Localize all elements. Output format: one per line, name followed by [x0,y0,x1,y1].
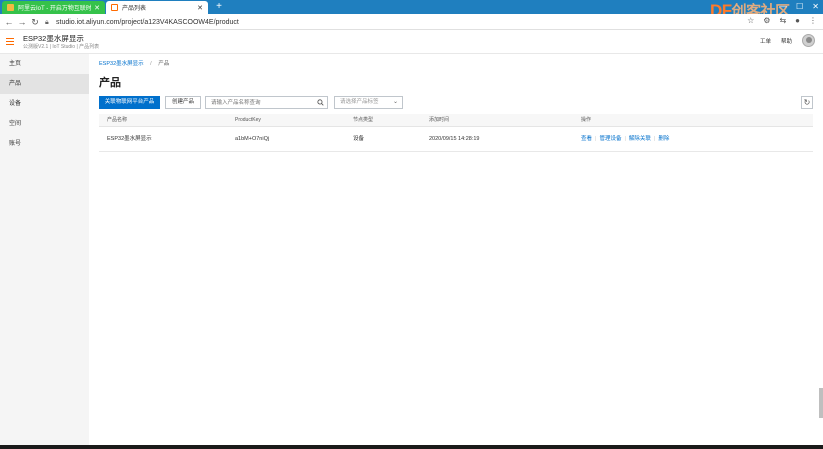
column-header: 添加时间 [429,117,450,123]
refresh-icon: ↻ [803,98,811,107]
help-link[interactable]: 帮助 [781,37,792,45]
tab-title: 阿里云IoT - 开启万物互联时代 [18,6,92,12]
table-header: 产品名称 ProductKey 节点类型 添加时间 操作 [99,114,813,127]
scrollbar[interactable] [819,388,823,418]
os-taskbar [0,445,823,449]
ticket-link[interactable]: 工单 [760,37,771,45]
search-input[interactable] [206,97,314,108]
unlink-link[interactable]: 解除关联 [629,136,651,142]
link-iot-product-button[interactable]: 关联物联网平台产品 [99,96,160,109]
toolbar: 关联物联网平台产品 创建产品 请选择产品标签 ⌄ ↻ [99,96,813,109]
divider: | [595,136,597,142]
browser-tab-aliyun-iot[interactable]: 阿里云IoT - 开启万物互联时代 ✕ [2,1,105,14]
main-content: ESP32墨水屏显示 / 产品 产品 关联物联网平台产品 创建产品 请选择产品标… [89,54,823,445]
lock-icon: 🔒︎ [45,18,49,26]
sidebar-item-account[interactable]: 账号 [0,134,89,154]
url-input[interactable]: 🔒︎ studio.iot.aliyun.com/project/a123V4K… [45,16,685,28]
column-header: ProductKey [235,117,261,123]
back-icon[interactable]: ← [4,16,14,28]
menu-icon[interactable]: ⋮ [809,16,817,25]
breadcrumb-separator: / [150,61,152,67]
sidebar-item-product[interactable]: 产品 [0,74,89,94]
project-subtitle: 公测版V2.1 | IoT Studio | 产品列表 [23,44,100,50]
sidebar-item-home[interactable]: 主页 [0,54,89,74]
divider: | [624,136,626,142]
new-tab-button[interactable]: + [213,1,225,13]
product-tag-select[interactable]: 请选择产品标签 ⌄ [334,96,403,109]
extension-icon[interactable]: ⚙ [763,16,770,25]
product-search [205,96,328,109]
address-bar: ← → ↻ 🔒︎ studio.iot.aliyun.com/project/a… [0,14,823,30]
added-time-cell: 2020/09/15 14:28:19 [429,136,480,142]
hamburger-menu-icon[interactable] [6,38,14,46]
close-icon[interactable]: ✕ [94,4,100,12]
tab-title: 产品列表 [122,6,147,12]
profile-icon[interactable]: ● [795,16,800,25]
browser-tab-product-list[interactable]: 产品列表 ✕ [106,1,208,14]
table-row: ESP32墨水屏显示 a1bM+O7niQj 设备 2020/09/15 14:… [99,127,813,152]
forward-icon[interactable]: → [17,16,27,28]
sidebar-item-space[interactable]: 空间 [0,114,89,134]
maximize-icon[interactable]: ☐ [796,2,803,11]
breadcrumb-current: 产品 [158,61,170,67]
column-header: 产品名称 [107,117,128,123]
aliyun-favicon-icon [7,4,14,11]
sidebar-item-device[interactable]: 设备 [0,94,89,114]
delete-link[interactable]: 删除 [658,136,669,142]
refresh-button[interactable]: ↻ [801,96,813,109]
page-title: 产品 [99,77,121,89]
product-name-cell: ESP32墨水屏显示 [107,136,152,142]
sidebar: 主页 产品 设备 空间 账号 [0,54,89,445]
avatar[interactable] [802,34,815,47]
breadcrumb: ESP32墨水屏显示 / 产品 [99,59,169,67]
node-type-cell: 设备 [353,136,365,142]
select-placeholder: 请选择产品标签 [340,99,379,105]
browser-tab-strip: 阿里云IoT - 开启万物互联时代 ✕ 产品列表 ✕ + DF创客社区 — ☐ … [0,0,823,20]
product-key-cell: a1bM+O7niQj [235,136,270,142]
minimize-icon[interactable]: — [779,2,787,11]
close-window-icon[interactable]: ✕ [812,2,819,11]
reload-icon[interactable]: ↻ [30,16,40,28]
app-header: ESP32墨水屏显示 公测版V2.1 | IoT Studio | 产品列表 工… [0,30,823,54]
aliyun-favicon-icon [111,4,118,11]
close-icon[interactable]: ✕ [197,4,203,12]
row-actions: 查看 | 管理设备 | 解除关联 | 删除 [581,127,669,152]
product-table: 产品名称 ProductKey 节点类型 添加时间 操作 ESP32墨水屏显示 … [99,114,813,152]
search-icon[interactable] [317,99,324,106]
manage-devices-link[interactable]: 管理设备 [599,136,621,142]
sync-icon[interactable]: ⇆ [779,16,786,25]
header-actions: 工单 帮助 [760,34,815,47]
view-link[interactable]: 查看 [581,136,592,142]
create-product-button[interactable]: 创建产品 [165,96,201,109]
divider: | [653,136,656,142]
bookmark-star-icon[interactable]: ☆ [747,16,754,25]
column-header: 节点类型 [353,117,374,123]
chevron-down-icon: ⌄ [392,99,398,105]
column-header: 操作 [581,117,592,123]
url-text: studio.iot.aliyun.com/project/a123V4KASC… [56,18,239,26]
browser-actions: ☆ ⚙ ⇆ ● ⋮ [747,16,817,25]
window-controls: — ☐ ✕ [779,2,819,11]
breadcrumb-project-link[interactable]: ESP32墨水屏显示 [99,61,144,67]
